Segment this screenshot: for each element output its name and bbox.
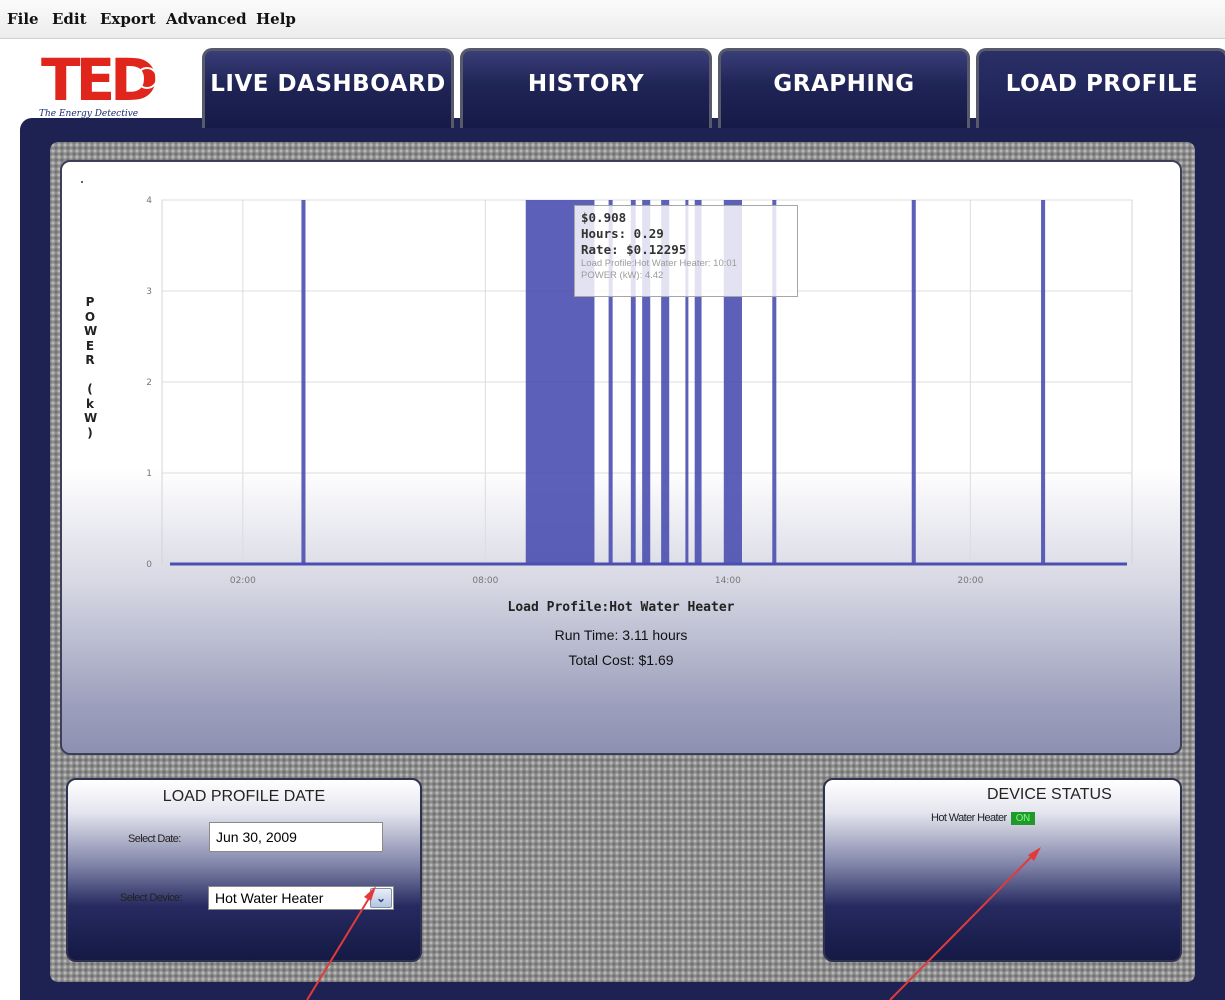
annotation-arrows bbox=[306, 847, 1041, 1000]
arrow-device-status bbox=[889, 849, 1039, 1000]
arrow-device-select bbox=[306, 889, 375, 1000]
arrow-head-device-select bbox=[364, 886, 376, 901]
